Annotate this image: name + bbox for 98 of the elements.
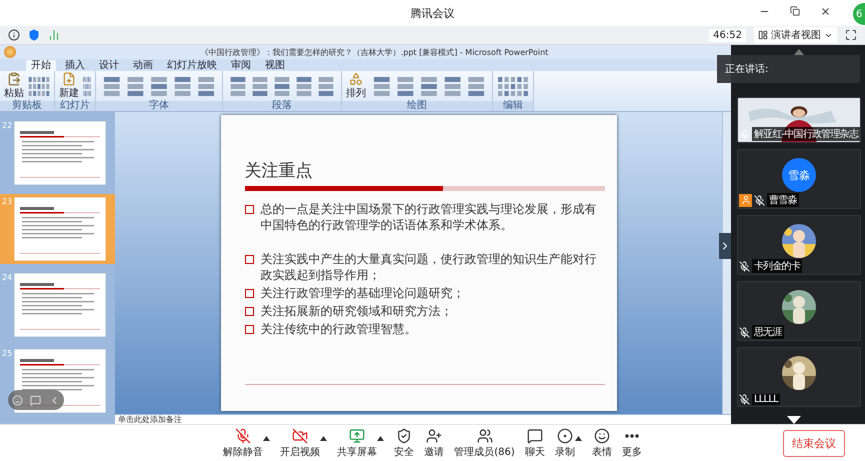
participant-tile[interactable]: LLLLL xyxy=(737,347,861,407)
caret-icon[interactable] xyxy=(263,436,270,440)
participant-tile[interactable]: 思无涯 xyxy=(737,281,861,341)
toolbar-button[interactable]: 安全 xyxy=(394,428,414,458)
add-user-icon xyxy=(426,428,442,444)
toolbar-button[interactable]: 邀请 xyxy=(424,428,444,458)
bullet-square-icon xyxy=(244,325,254,334)
participant-name: 思无涯 xyxy=(752,325,784,339)
participant-name: 解亚红-中国行政管理杂志 xyxy=(752,127,860,141)
caret-icon[interactable] xyxy=(320,436,328,440)
ribbon-tab[interactable]: 视图 xyxy=(260,60,290,71)
toolbar-button[interactable]: 解除静音 xyxy=(223,428,264,458)
caret-icon[interactable] xyxy=(377,436,384,440)
chat-icon xyxy=(526,428,543,444)
participant-tile[interactable]: 雪淼 曹雪淼 xyxy=(737,149,861,209)
ribbon-group-label: 剪贴板 xyxy=(0,101,54,111)
bullet-text: 关注传统中的行政管理智慧。 xyxy=(260,321,416,337)
bullet-square-icon xyxy=(244,255,254,264)
meeting-timer: 46:52 xyxy=(709,28,746,42)
share-screen-icon xyxy=(349,428,366,444)
record-icon xyxy=(556,428,573,444)
end-meeting-button[interactable]: 结束会议 xyxy=(783,430,845,457)
toolbar-button[interactable]: 录制 xyxy=(554,428,575,458)
chat-icon[interactable] xyxy=(30,394,42,406)
slide-number: 22 xyxy=(1,121,14,130)
mic-off-icon xyxy=(235,428,252,444)
ribbon-tools-drawing xyxy=(83,74,91,98)
paste-icon xyxy=(7,72,21,86)
new-slide-icon xyxy=(62,72,76,86)
toolbar-button[interactable]: 更多 xyxy=(622,428,642,458)
bullet-square-icon xyxy=(244,307,254,316)
ribbon-tab[interactable]: 幻灯片放映 xyxy=(162,60,222,71)
slide-title: 关注重点 xyxy=(244,160,314,182)
mic-off-icon xyxy=(739,394,750,405)
video-off-icon xyxy=(292,428,308,444)
ribbon-group-label: 绘图 xyxy=(342,101,492,111)
participant-name: 卡列金的卡 xyxy=(752,259,802,273)
bullet-text: 关注行政管理学的基础理论问题研究； xyxy=(260,285,464,301)
toolbar-button[interactable]: 聊天 xyxy=(524,428,545,458)
restore-icon[interactable] xyxy=(790,6,800,16)
ribbon-group-label: 段落 xyxy=(223,101,341,111)
ribbon-tools-drawing xyxy=(497,74,529,98)
layout-icon xyxy=(758,30,768,40)
fullscreen-icon[interactable] xyxy=(845,29,857,41)
toolbar-button[interactable]: 管理成员(86) xyxy=(454,428,515,458)
bullet-text: 总的一点是关注中国场景下的行政管理实践与理论发展，形成有中国特色的行政管理学的话语体系和学术体系。 xyxy=(260,201,598,233)
people-icon xyxy=(476,428,492,444)
window-title: 腾讯会议 xyxy=(410,6,454,20)
smile-icon[interactable] xyxy=(12,394,23,406)
ribbon-tab[interactable]: 插入 xyxy=(60,60,90,71)
speaking-label: 正在讲话: xyxy=(725,62,768,76)
mic-off-icon xyxy=(739,326,750,338)
slide-thumbnail[interactable] xyxy=(14,273,106,337)
shield-icon xyxy=(396,428,412,444)
participant-tile[interactable]: 卡列金的卡 xyxy=(737,215,861,275)
document-title: 《中国行政管理》：我们需要怎样的研究？（吉林大学）.ppt [兼容模式] - Microsoft PowerPoint xyxy=(200,46,548,58)
bullet-text: 关注实践中产生的大量真实问题，使行政管理的知识生产能对行政实践起到指导作用； xyxy=(260,251,598,283)
toolbar-button[interactable]: 开启视频 xyxy=(280,428,320,458)
slide-number: 25 xyxy=(1,349,14,358)
ribbon-tab[interactable]: 设计 xyxy=(94,60,124,71)
ribbon-button[interactable]: 排列 xyxy=(346,72,366,100)
mic-off-icon xyxy=(739,260,750,272)
notes-field[interactable]: 单击此处添加备注 xyxy=(115,414,731,424)
slide-number: 24 xyxy=(1,273,14,282)
shapes-icon xyxy=(349,72,363,86)
ribbon-tools-drawing xyxy=(28,74,50,98)
participant-count-badge: 6 xyxy=(853,3,865,25)
expand-icon[interactable] xyxy=(719,233,731,259)
ribbon-group-label: 编辑 xyxy=(493,101,533,111)
slide-thumbnail[interactable] xyxy=(14,197,106,261)
mic-icon xyxy=(739,128,750,140)
slide-thumbnail[interactable] xyxy=(14,121,106,185)
participant-tile[interactable]: 解亚红-中国行政管理杂志 xyxy=(737,97,861,143)
ribbon-button[interactable]: 粘贴 xyxy=(4,72,24,100)
toolbar-button[interactable]: 表情 xyxy=(592,428,612,458)
participant-name: LLLLL xyxy=(752,394,780,405)
info-icon[interactable] xyxy=(8,29,20,41)
slide-number: 23 xyxy=(1,197,14,206)
ribbon-tab[interactable]: 动画 xyxy=(128,60,158,71)
caret-icon[interactable] xyxy=(574,436,582,440)
view-mode-button[interactable]: 演讲者视图 xyxy=(754,27,837,43)
ribbon-group-label: 幻灯片 xyxy=(55,101,95,111)
smile-icon xyxy=(594,428,610,444)
mic-off-icon xyxy=(754,194,765,206)
ribbon-tab[interactable]: 审阅 xyxy=(226,60,256,71)
close-icon[interactable] xyxy=(820,6,831,17)
toolbar-button[interactable]: 共享屏幕 xyxy=(337,428,378,458)
participant-name: 曹雪淼 xyxy=(767,193,799,207)
ribbon-tab[interactable]: 开始 xyxy=(26,60,56,71)
scrollbar[interactable] xyxy=(722,112,731,414)
avatar: 雪淼 xyxy=(782,158,816,192)
more-icon xyxy=(624,434,639,438)
bullet-square-icon xyxy=(244,289,254,298)
ribbon-group-label: 字体 xyxy=(96,101,222,111)
ribbon-button[interactable]: 新建 xyxy=(59,72,79,100)
shield-icon[interactable] xyxy=(28,29,40,41)
bullet-text: 关注拓展新的研究领域和研究方法； xyxy=(260,303,452,319)
bullet-square-icon xyxy=(244,205,254,214)
